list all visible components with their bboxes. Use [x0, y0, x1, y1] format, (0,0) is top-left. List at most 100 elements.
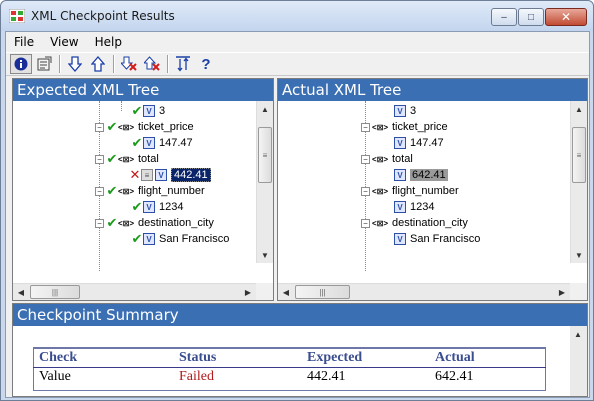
vertical-scrollbar[interactable]: ▲ ≡ ▼	[256, 101, 273, 263]
tree-node[interactable]: − <⊠> destination_city	[361, 215, 468, 231]
scroll-up-arrow-icon[interactable]: ▲	[571, 101, 587, 117]
prev-error-button[interactable]	[141, 54, 163, 74]
menu-view[interactable]: View	[42, 35, 86, 49]
column-header-check: Check	[33, 347, 173, 368]
check-icon: ✔	[131, 103, 143, 118]
tree-node-label: San Francisco	[159, 233, 230, 245]
failed-x-icon: ✕	[129, 167, 141, 182]
toolbar-separator	[59, 55, 61, 73]
close-button[interactable]: ✕	[545, 8, 587, 26]
checkpoint-summary-header: Checkpoint Summary	[13, 304, 587, 326]
tree-node-label: 147.47	[410, 137, 444, 149]
tree-node-label-highlighted: 642.41	[410, 169, 448, 181]
scroll-thumb[interactable]: |||	[30, 285, 80, 299]
tree-node-label: total	[138, 153, 159, 165]
checkpoint-summary-pane: Checkpoint Summary Check Status Expected…	[12, 303, 588, 397]
window-title: XML Checkpoint Results	[31, 9, 175, 23]
collapse-icon[interactable]: −	[95, 218, 104, 228]
prev-mismatch-button[interactable]	[87, 54, 109, 74]
tree-node[interactable]: − ✔ <⊠> ticket_price	[95, 119, 194, 135]
scroll-left-arrow-icon[interactable]: ◀	[278, 284, 294, 300]
scroll-right-arrow-icon[interactable]: ▶	[240, 284, 256, 300]
tree-node[interactable]: − <⊠> total	[361, 151, 413, 167]
value-icon: V	[155, 169, 167, 181]
arrow-down-icon	[68, 56, 82, 72]
collapse-icon[interactable]: −	[361, 218, 370, 228]
tree-node[interactable]: V San Francisco	[394, 231, 480, 247]
scroll-right-arrow-icon[interactable]: ▶	[554, 284, 570, 300]
menu-file[interactable]: File	[6, 35, 42, 49]
collapse-icon[interactable]: −	[95, 154, 104, 164]
scroll-thumb[interactable]: |||	[295, 285, 350, 299]
scroll-up-arrow-icon[interactable]: ▲	[570, 326, 586, 342]
collapse-icon[interactable]: −	[361, 154, 370, 164]
collapse-icon[interactable]: −	[95, 186, 104, 196]
tree-node-label: 1234	[159, 201, 184, 213]
minimize-button[interactable]: –	[491, 8, 517, 26]
toolbar-separator	[113, 55, 115, 73]
value-icon: V	[143, 201, 155, 213]
info-button[interactable]	[10, 54, 32, 74]
check-icon: ✔	[131, 199, 143, 214]
actual-tree-pane: Actual XML Tree V 3 − <⊠> ticket_price V…	[277, 78, 588, 301]
collapse-icon[interactable]: −	[95, 122, 104, 132]
tree-node[interactable]: V 1234	[394, 199, 434, 215]
expected-cell: 442.41	[307, 369, 346, 385]
expected-tree-header: Expected XML Tree	[13, 79, 273, 101]
check-icon: ✔	[131, 231, 143, 246]
maximize-button[interactable]: □	[518, 8, 544, 26]
horizontal-scrollbar[interactable]: ◀ ||| ▶	[278, 283, 570, 300]
vertical-scrollbar[interactable]: ▲	[570, 326, 587, 396]
client-area: File View Help ? Expected XML Tree ✔ V 3…	[5, 31, 590, 398]
scroll-down-arrow-icon[interactable]: ▼	[257, 247, 273, 263]
xml-checkpoint-window: XML Checkpoint Results – □ ✕ File View H…	[0, 0, 594, 401]
expected-tree[interactable]: ✔ V 3 − ✔ <⊠> ticket_price ✔ V 147.47 −	[13, 101, 273, 281]
tree-node[interactable]: − ✔ <⊠> destination_city	[95, 215, 214, 231]
tree-node[interactable]: V 147.47	[394, 135, 444, 151]
tree-node[interactable]: − ✔ <⊠> flight_number	[95, 183, 205, 199]
tree-node-label: 3	[410, 105, 417, 117]
tree-node-highlighted[interactable]: V 642.41	[394, 167, 448, 183]
horizontal-scrollbar[interactable]: ◀ ||| ▶	[13, 283, 256, 300]
scroll-down-arrow-icon[interactable]: ▼	[571, 247, 587, 263]
tree-node-label: flight_number	[392, 185, 459, 197]
title-bar[interactable]: XML Checkpoint Results – □ ✕	[1, 1, 593, 31]
tree-node[interactable]: ✔ V San Francisco	[131, 231, 230, 247]
properties-button[interactable]	[33, 54, 55, 74]
tree-node[interactable]: ✔ V 3	[131, 103, 166, 119]
toolbar-separator	[167, 55, 169, 73]
next-error-button[interactable]	[118, 54, 140, 74]
help-button[interactable]: ?	[195, 54, 217, 74]
info-icon	[14, 57, 28, 71]
table-row: Value Failed 442.41 642.41	[33, 367, 546, 387]
scroll-left-arrow-icon[interactable]: ◀	[13, 284, 29, 300]
tree-node[interactable]: ✔ V 147.47	[131, 135, 193, 151]
tree-node-failed[interactable]: ✕ ≡ V 442.41	[129, 167, 211, 183]
next-mismatch-button[interactable]	[64, 54, 86, 74]
sort-button[interactable]	[172, 54, 194, 74]
actual-tree[interactable]: V 3 − <⊠> ticket_price V 147.47 − <⊠> to…	[278, 101, 587, 281]
value-icon: V	[394, 169, 406, 181]
tree-node[interactable]: V 3	[394, 103, 416, 119]
scroll-thumb[interactable]: ≡	[572, 127, 586, 183]
arrow-up-icon	[91, 56, 105, 72]
tree-node[interactable]: − <⊠> ticket_price	[361, 119, 448, 135]
collapse-icon[interactable]: −	[361, 122, 370, 132]
check-icon: ✔	[106, 183, 118, 198]
summary-header-row: Check Status Expected Actual	[33, 347, 546, 368]
scroll-thumb[interactable]: ≡	[258, 127, 272, 183]
tree-node-label: total	[392, 153, 413, 165]
check-icon: ✔	[106, 151, 118, 166]
toolbar: ?	[6, 52, 589, 76]
tree-node[interactable]: − <⊠> flight_number	[361, 183, 459, 199]
collapse-icon[interactable]: −	[361, 186, 370, 196]
tree-node[interactable]: − ✔ <⊠> total	[95, 151, 159, 167]
menu-help[interactable]: Help	[87, 35, 130, 49]
tree-node-label: San Francisco	[410, 233, 481, 245]
actual-cell: 642.41	[435, 369, 474, 385]
element-icon: <⊠>	[371, 154, 389, 164]
tree-node-label: flight_number	[138, 185, 205, 197]
tree-node[interactable]: ✔ V 1234	[131, 199, 184, 215]
scroll-up-arrow-icon[interactable]: ▲	[257, 101, 273, 117]
vertical-scrollbar[interactable]: ▲ ≡ ▼	[570, 101, 587, 263]
